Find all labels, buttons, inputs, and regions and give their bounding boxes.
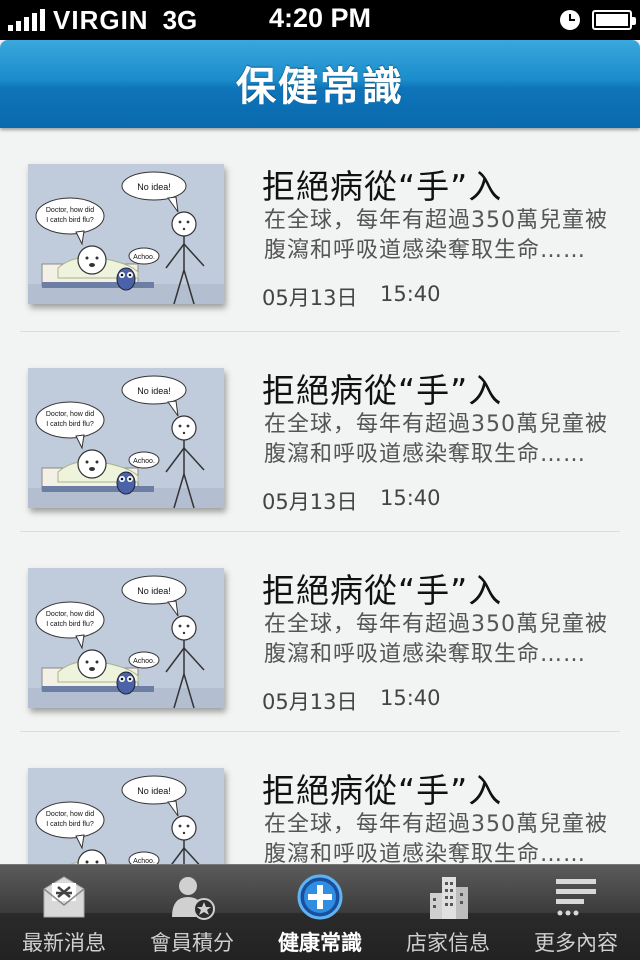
tab-more-content[interactable]: 更多內容 <box>512 865 640 960</box>
speech-reply: No idea! <box>137 386 171 396</box>
article-list-item[interactable]: Doctor, how did I catch bird flu? No ide… <box>20 732 620 864</box>
page-title: 保健常識 <box>236 64 404 110</box>
envelope-icon <box>43 876 85 918</box>
tab-bar: 最新消息 會員積分 健康常識 店家信息 更多內容 <box>0 864 640 960</box>
article-title: 拒絕病從“手”入 <box>262 771 503 810</box>
speech-doctor-line1: Doctor, how did <box>46 411 94 418</box>
tab-label: 最新消息 <box>22 931 106 955</box>
speech-reply: No idea! <box>137 586 171 596</box>
plus-circle-icon <box>297 874 343 920</box>
article-thumbnail: Doctor, how did I catch bird flu? No ide… <box>28 568 224 708</box>
tab-store-info[interactable]: 店家信息 <box>384 865 512 960</box>
article-title: 拒絕病從“手”入 <box>262 167 503 206</box>
article-list[interactable]: Doctor, how did I catch bird flu? No ide… <box>0 128 640 864</box>
speech-reply: No idea! <box>137 786 171 796</box>
article-summary: 在全球，每年有超過350萬兒童被腹瀉和呼吸道感染奪取生命…… <box>264 412 608 467</box>
speech-owl: Achoo. <box>133 254 155 261</box>
status-right <box>560 7 636 33</box>
member-star-icon <box>172 877 215 920</box>
speech-doctor-line2: I catch bird flu? <box>46 821 94 828</box>
speech-reply: No idea! <box>137 182 171 192</box>
article-time: 15:40 <box>380 686 441 710</box>
status-time: 4:20 PM <box>268 3 372 33</box>
tab-latest-news[interactable]: 最新消息 <box>0 865 128 960</box>
speech-doctor-line2: I catch bird flu? <box>46 621 94 628</box>
speech-doctor-line1: Doctor, how did <box>46 811 94 818</box>
speech-owl: Achoo. <box>133 658 155 665</box>
speech-doctor-line1: Doctor, how did <box>46 207 94 214</box>
tab-label: 會員積分 <box>150 931 234 955</box>
speech-doctor-line1: Doctor, how did <box>46 611 94 618</box>
alarm-clock-icon <box>560 10 580 30</box>
battery-icon <box>592 10 636 30</box>
article-date: 05月13日 <box>262 490 358 514</box>
status-bar: VIRGIN 3G 4:20 PM <box>0 0 640 40</box>
tab-label: 更多內容 <box>534 931 618 955</box>
tab-health-knowledge[interactable]: 健康常識 <box>256 865 384 960</box>
article-list-item[interactable]: Doctor, how did I catch bird flu? No ide… <box>20 128 620 332</box>
list-more-icon <box>556 879 596 916</box>
speech-doctor-line2: I catch bird flu? <box>46 421 94 428</box>
article-date: 05月13日 <box>262 690 358 714</box>
article-thumbnail: Doctor, how did I catch bird flu? No ide… <box>28 164 224 304</box>
speech-owl: Achoo. <box>133 458 155 465</box>
article-summary: 在全球，每年有超過350萬兒童被腹瀉和呼吸道感染奪取生命…… <box>264 812 608 864</box>
article-time: 15:40 <box>380 486 441 510</box>
article-thumbnail: Doctor, how did I catch bird flu? No ide… <box>28 768 224 864</box>
tab-label: 健康常識 <box>278 931 362 955</box>
article-list-item[interactable]: Doctor, how did I catch bird flu? No ide… <box>20 332 620 532</box>
tab-label: 店家信息 <box>406 931 490 955</box>
speech-doctor-line2: I catch bird flu? <box>46 217 94 224</box>
article-title: 拒絕病從“手”入 <box>262 371 503 410</box>
article-title: 拒絕病從“手”入 <box>262 571 503 610</box>
article-date: 05月13日 <box>262 286 358 310</box>
article-time: 15:40 <box>380 282 441 306</box>
article-list-item[interactable]: Doctor, how did I catch bird flu? No ide… <box>20 532 620 732</box>
tab-member-points[interactable]: 會員積分 <box>128 865 256 960</box>
nav-bar: 保健常識 <box>0 40 640 128</box>
article-summary: 在全球，每年有超過350萬兒童被腹瀉和呼吸道感染奪取生命…… <box>264 612 608 667</box>
building-icon <box>430 877 468 919</box>
article-thumbnail: Doctor, how did I catch bird flu? No ide… <box>28 368 224 508</box>
article-summary: 在全球，每年有超過350萬兒童被腹瀉和呼吸道感染奪取生命…… <box>264 208 608 263</box>
